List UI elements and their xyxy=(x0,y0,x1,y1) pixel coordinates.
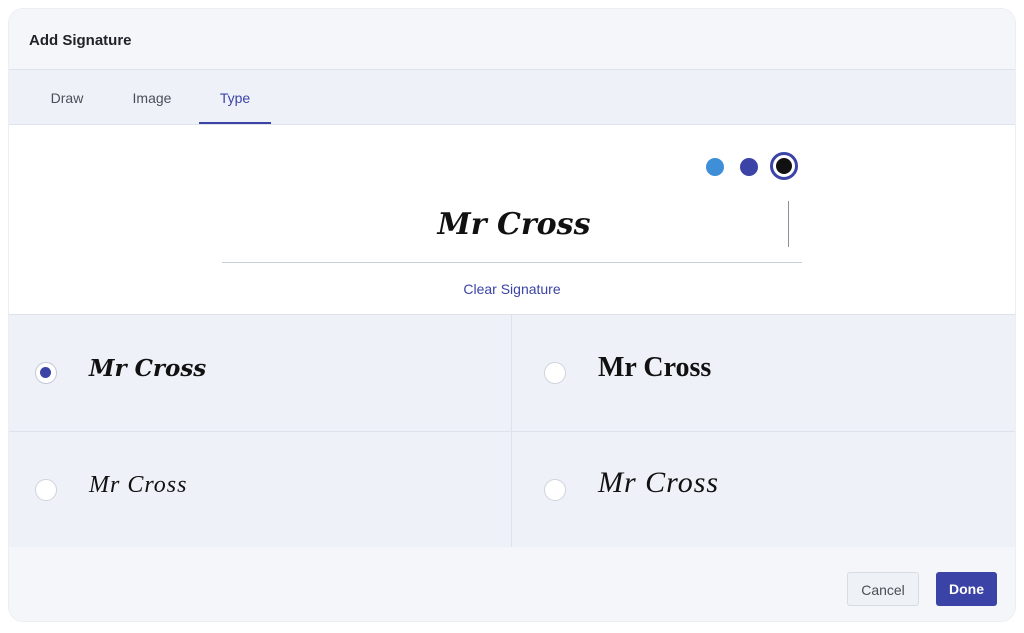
tab-draw[interactable]: Draw xyxy=(35,70,99,124)
font-option-1[interactable]: Mr Cross xyxy=(9,315,511,431)
font-option-4-preview: Mr Cross xyxy=(598,466,720,499)
font-option-3-radio[interactable] xyxy=(35,479,57,501)
font-option-3[interactable]: Mr Cross xyxy=(9,432,511,548)
signature-tabs: Draw Image Type xyxy=(9,70,1015,125)
radio-selected-dot xyxy=(40,367,51,378)
tab-type[interactable]: Type xyxy=(199,70,271,124)
clear-signature-link[interactable]: Clear Signature xyxy=(9,281,1015,297)
add-signature-dialog: Add Signature Draw Image Type Clear Sign… xyxy=(9,9,1015,621)
cancel-button[interactable]: Cancel xyxy=(847,572,919,606)
tab-image[interactable]: Image xyxy=(117,70,187,124)
color-swatch-indigo[interactable] xyxy=(740,158,758,176)
signature-text-input[interactable] xyxy=(222,198,806,250)
text-caret xyxy=(788,201,789,247)
font-option-1-preview: Mr Cross xyxy=(89,355,207,382)
font-option-2-radio[interactable] xyxy=(544,362,566,384)
done-button[interactable]: Done xyxy=(936,572,997,606)
dialog-footer: Cancel Done xyxy=(9,547,1015,621)
color-swatch-black-fill xyxy=(776,158,792,174)
dialog-title: Add Signature xyxy=(29,32,132,49)
font-option-2-preview: Mr Cross xyxy=(598,352,712,383)
font-option-4[interactable]: Mr Cross xyxy=(512,432,1014,548)
signature-input-area xyxy=(222,184,806,263)
font-option-3-preview: Mr Cross xyxy=(89,472,188,498)
font-style-options: Mr Cross Mr Cross Mr Cross Mr Cross xyxy=(9,314,1015,548)
font-option-2[interactable]: Mr Cross xyxy=(512,315,1014,431)
font-option-4-radio[interactable] xyxy=(544,479,566,501)
color-swatch-light-blue[interactable] xyxy=(706,158,724,176)
color-swatch-black[interactable] xyxy=(770,152,798,180)
dialog-header: Add Signature xyxy=(9,9,1015,70)
font-option-1-radio[interactable] xyxy=(35,362,57,384)
